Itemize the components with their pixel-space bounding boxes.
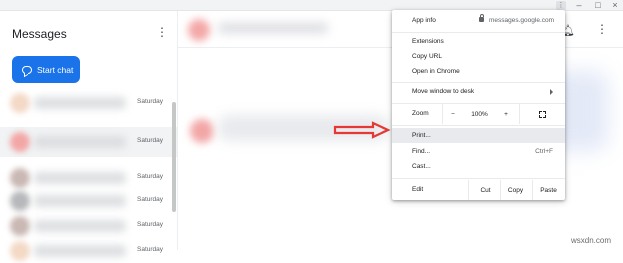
conversation-preview-blurred <box>34 245 126 257</box>
find-label: Find... <box>412 148 431 155</box>
avatar <box>10 216 30 236</box>
conversation-date: Saturday <box>137 196 164 203</box>
menu-item-extensions[interactable]: Extensions <box>392 34 565 49</box>
edit-row: Edit Cut Copy Paste <box>392 180 565 200</box>
menu-divider <box>392 32 565 33</box>
zoom-level: 100% <box>471 110 488 118</box>
menu-item-cast[interactable]: Cast... <box>392 159 565 174</box>
sidebar-scrollbar[interactable] <box>172 102 176 212</box>
menu-divider <box>392 82 565 83</box>
menu-divider <box>392 125 565 126</box>
contact-avatar <box>188 19 210 41</box>
zoom-label: Zoom <box>412 110 429 117</box>
menu-item-find[interactable]: Find... Ctrl+F <box>392 144 565 159</box>
zoom-in-button[interactable]: + <box>496 104 516 124</box>
lock-icon <box>479 14 484 22</box>
submenu-arrow-icon <box>550 88 553 95</box>
menu-item-app-info[interactable]: App info messages.google.com <box>392 13 565 28</box>
conversation-item[interactable]: Saturday <box>8 189 168 213</box>
conversation-preview-blurred <box>34 220 126 232</box>
app-url: messages.google.com <box>489 17 555 24</box>
chat-bubble-icon <box>22 65 32 74</box>
extensions-label: Extensions <box>412 38 444 45</box>
page-title: Messages <box>12 27 67 41</box>
open-in-chrome-label: Open in Chrome <box>412 68 460 75</box>
move-window-label: Move window to desk <box>412 88 475 95</box>
app-context-menu: App info messages.google.com Extensions … <box>392 10 565 200</box>
conversation-item[interactable]: Saturday <box>8 239 168 263</box>
annotation-arrow-icon <box>333 121 391 139</box>
app-menu-button[interactable]: ⋮ <box>556 1 566 10</box>
copy-button[interactable]: Copy <box>499 180 532 200</box>
conversation-preview-blurred <box>34 136 126 148</box>
conversation-date: Saturday <box>137 173 164 180</box>
cut-button[interactable]: Cut <box>469 180 502 200</box>
conversation-preview-blurred <box>34 172 126 184</box>
close-icon[interactable]: × <box>609 0 621 10</box>
conversation-item[interactable]: Saturday <box>8 91 168 115</box>
watermark: wsxdn.com <box>571 236 612 245</box>
find-shortcut: Ctrl+F <box>535 148 553 155</box>
menu-divider <box>392 178 565 179</box>
print-label: Print... <box>412 132 431 139</box>
start-chat-button[interactable]: Start chat <box>12 56 80 83</box>
conversation-preview-blurred <box>34 195 126 207</box>
zoom-row: Zoom − 100% + <box>392 104 565 124</box>
contact-name-blurred <box>218 23 328 33</box>
paste-button[interactable]: Paste <box>532 180 565 200</box>
minimize-icon[interactable]: – <box>573 0 585 10</box>
app-info-label: App info <box>412 17 436 24</box>
start-chat-label: Start chat <box>37 64 74 75</box>
menu-item-open-in-chrome[interactable]: Open in Chrome <box>392 64 565 79</box>
conversation-item-selected[interactable]: Saturday <box>0 127 177 157</box>
maximize-icon[interactable]: □ <box>592 0 604 10</box>
menu-item-move-window[interactable]: Move window to desk <box>392 84 565 99</box>
conversation-sidebar: Messages ⋮ Start chat Saturday Saturday … <box>0 11 178 261</box>
menu-item-copy-url[interactable]: Copy URL <box>392 49 565 64</box>
menu-item-print[interactable]: Print... <box>392 128 565 143</box>
more-options-icon[interactable]: ⋮ <box>156 25 168 39</box>
conversation-preview-blurred <box>34 97 126 109</box>
conversation-date: Saturday <box>137 221 164 228</box>
conversation-options-icon[interactable]: ⋮ <box>596 22 608 36</box>
copy-url-label: Copy URL <box>412 53 442 60</box>
conversation-date: Saturday <box>137 98 164 105</box>
cast-label: Cast... <box>412 163 431 170</box>
conversation-date: Saturday <box>137 137 164 144</box>
avatar <box>10 93 30 113</box>
fullscreen-button[interactable] <box>520 104 565 124</box>
fullscreen-icon <box>539 110 546 118</box>
avatar <box>10 241 30 261</box>
avatar <box>10 132 30 152</box>
avatar <box>10 191 30 211</box>
sender-avatar <box>190 119 214 143</box>
edit-label: Edit <box>412 186 424 193</box>
avatar <box>10 168 30 188</box>
zoom-out-button[interactable]: − <box>443 104 463 124</box>
conversation-item[interactable]: Saturday <box>8 214 168 238</box>
conversation-item[interactable]: Saturday <box>8 166 168 190</box>
